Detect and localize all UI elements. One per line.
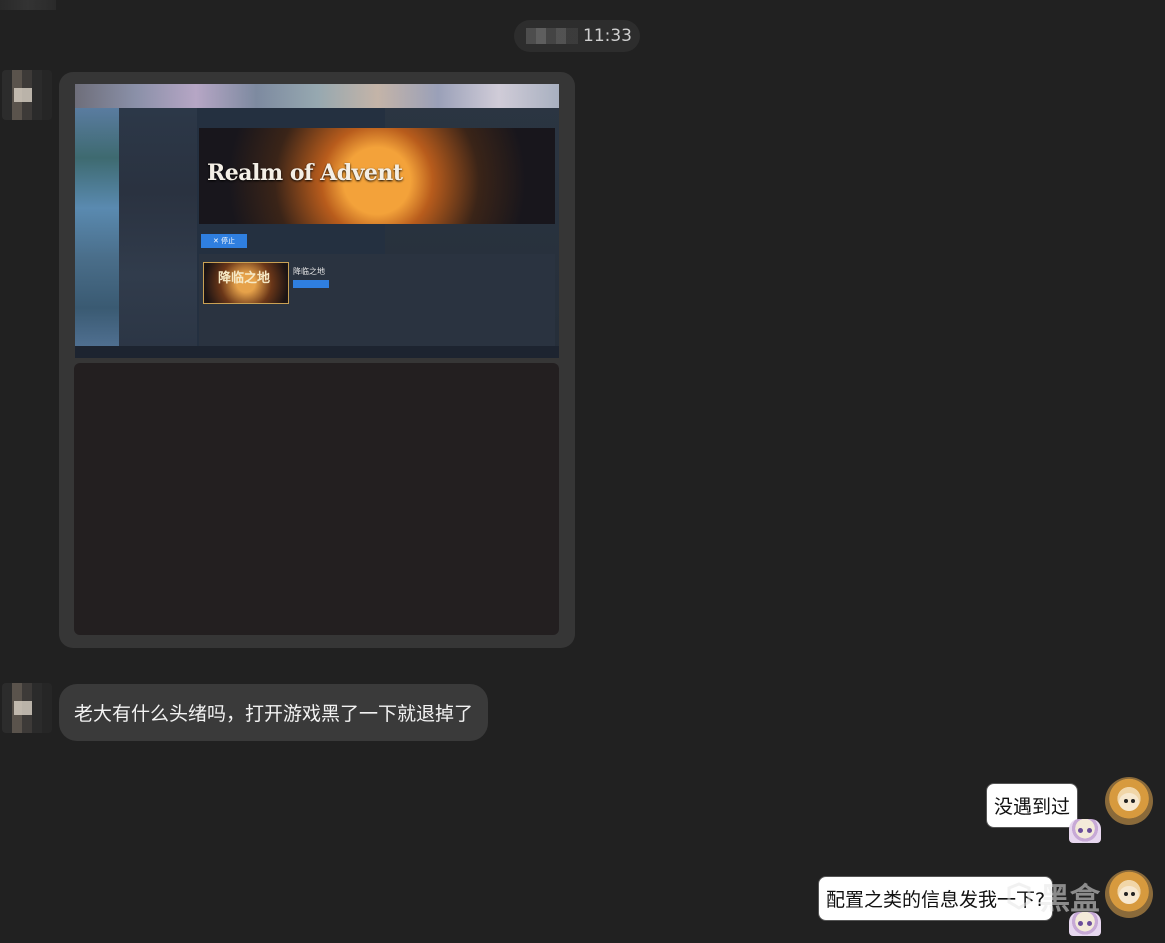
pixelated-sender-name xyxy=(526,28,578,44)
watermark: 黑盒 xyxy=(1004,874,1100,918)
pixelated-taskbar xyxy=(75,84,559,108)
outgoing-message-bubble[interactable]: 没遇到过 xyxy=(986,783,1079,828)
avatar-eye xyxy=(1124,799,1128,803)
game-launcher-screenshot[interactable]: Realm of Advent ✕ 停止 降临之地 降临之地 xyxy=(75,84,559,358)
pixelated-game-list xyxy=(119,108,197,358)
timestamp-pill: 11:33 xyxy=(514,20,640,52)
heybox-logo-icon xyxy=(1004,881,1034,911)
avatar-face xyxy=(1119,793,1139,811)
blurred-previous-message xyxy=(0,0,56,10)
black-image-attachment[interactable] xyxy=(74,363,559,635)
my-avatar[interactable] xyxy=(1105,870,1153,918)
watermark-text: 黑盒 xyxy=(1040,882,1100,917)
avatar-face xyxy=(1119,886,1139,904)
avatar-eye xyxy=(1124,892,1128,896)
game-thumbnail: 降临之地 xyxy=(203,262,289,304)
image-message[interactable]: Realm of Advent ✕ 停止 降临之地 降临之地 xyxy=(59,72,575,648)
sender-avatar[interactable] xyxy=(2,70,52,120)
stop-button: ✕ 停止 xyxy=(201,234,247,248)
message-time: 11:33 xyxy=(583,26,632,46)
avatar-pendant-sticker xyxy=(1069,819,1101,843)
launcher-footer xyxy=(75,346,559,358)
sender-avatar[interactable] xyxy=(2,683,52,733)
avatar-eye xyxy=(1131,892,1135,896)
pixelated-sidebar xyxy=(75,108,119,358)
avatar-eye xyxy=(1131,799,1135,803)
game-banner-title: Realm of Advent xyxy=(207,160,403,186)
game-info-panel: 降临之地 降临之地 xyxy=(199,254,555,350)
game-banner: Realm of Advent xyxy=(199,128,555,224)
incoming-message-bubble[interactable]: 老大有什么头绪吗，打开游戏黑了一下就退掉了 xyxy=(59,684,489,741)
game-thumbnail-text: 降临之地 xyxy=(218,271,271,286)
my-avatar[interactable] xyxy=(1105,777,1153,825)
game-action-button xyxy=(293,280,329,288)
game-name: 降临之地 xyxy=(293,267,325,276)
